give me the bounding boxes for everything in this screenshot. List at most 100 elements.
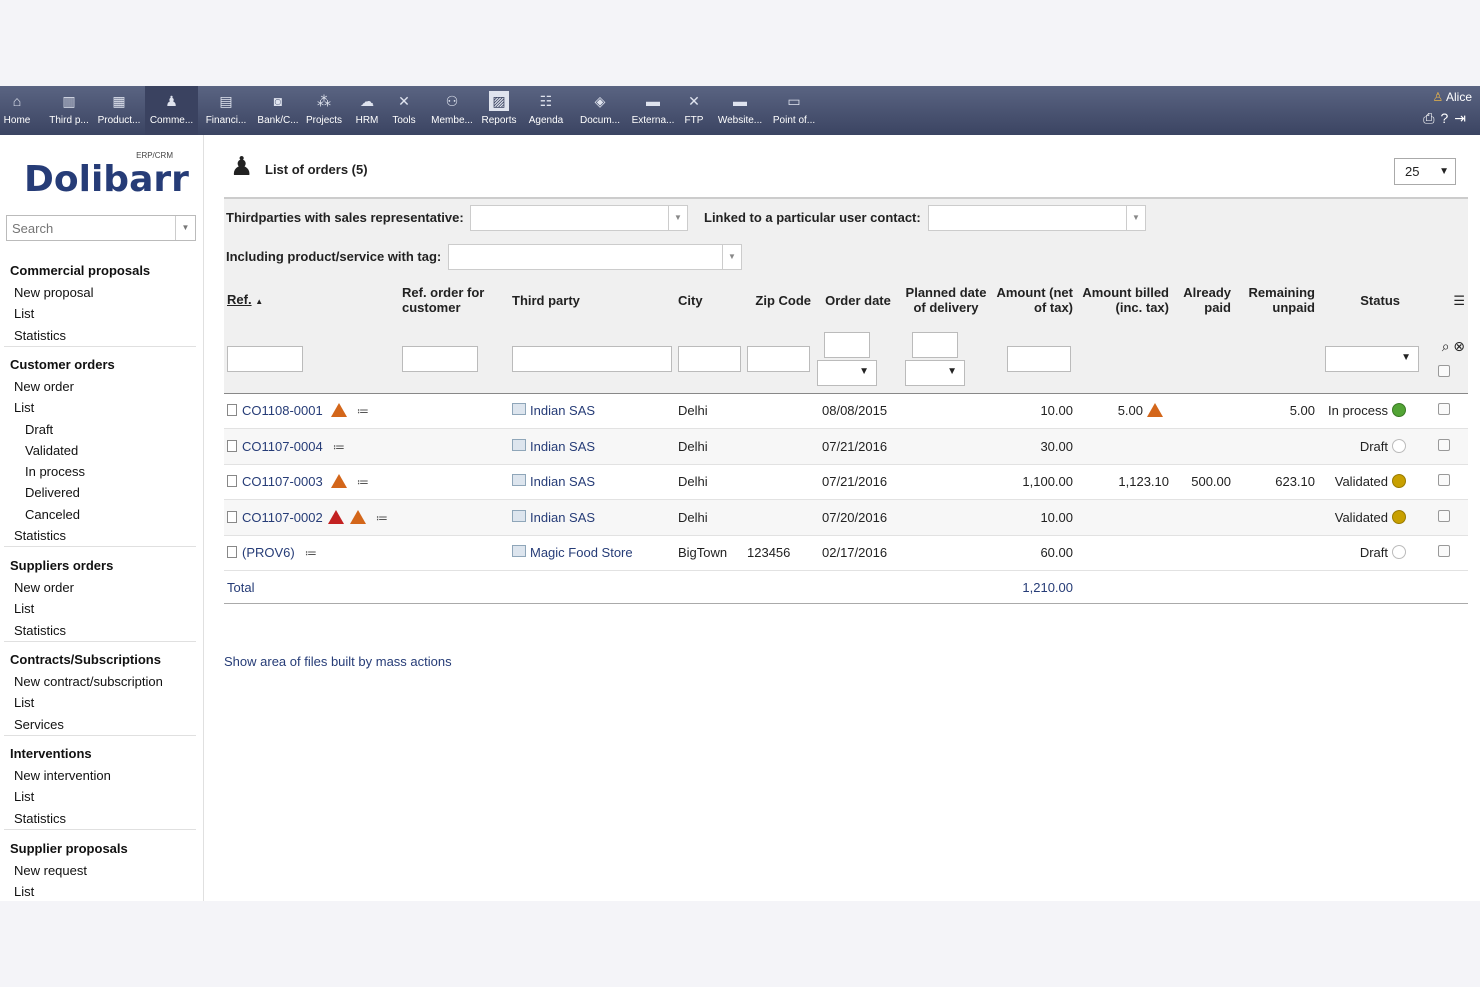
menu-agenda[interactable]: ☷ Agenda xyxy=(525,86,567,135)
sidebar-item-new-intervention[interactable]: New intervention xyxy=(4,765,196,786)
row-checkbox[interactable] xyxy=(1438,474,1450,487)
menu-documents[interactable]: ◈ Docum... xyxy=(576,86,624,135)
print-icon[interactable]: ⎙ xyxy=(1423,110,1440,126)
note-icon[interactable]: ≔ xyxy=(376,511,388,525)
third-party-link[interactable]: Indian SAS xyxy=(530,474,595,489)
col-amount-net[interactable]: Amount (net of tax) xyxy=(990,275,1076,325)
order-ref-link[interactable]: (PROV6) xyxy=(242,545,295,560)
preview-icon[interactable] xyxy=(227,404,237,417)
filter-ref-customer-input[interactable] xyxy=(402,345,478,372)
col-third-party[interactable]: Third party xyxy=(509,275,675,325)
sidebar-item-statistics[interactable]: Statistics xyxy=(4,808,196,829)
sidebar-item-new-proposal[interactable]: New proposal xyxy=(4,282,196,303)
sidebar-section-title[interactable]: Suppliers orders xyxy=(4,555,196,577)
preview-icon[interactable] xyxy=(227,510,237,523)
menu-financial[interactable]: ▤ Financi... xyxy=(202,86,250,135)
user-login[interactable]: ♙ Alice xyxy=(1423,90,1472,104)
menu-website[interactable]: ▬ Website... xyxy=(716,86,764,135)
note-icon[interactable]: ≔ xyxy=(357,475,369,489)
note-icon[interactable]: ≔ xyxy=(305,546,317,560)
order-ref-link[interactable]: CO1107-0004 xyxy=(242,439,323,454)
menu-reports[interactable]: ▨ Reports xyxy=(479,86,519,135)
filter-zip-input[interactable] xyxy=(747,345,810,372)
col-ref[interactable]: Ref. ▲ xyxy=(224,275,399,325)
clear-filter-icon[interactable]: ⊗ xyxy=(1453,338,1465,354)
search-icon[interactable]: ⌕ xyxy=(1442,338,1450,354)
sidebar-section-title[interactable]: Customer orders xyxy=(4,354,196,376)
menu-point-of-sale[interactable]: ▭ Point of... xyxy=(770,86,818,135)
col-city[interactable]: City xyxy=(675,275,744,325)
row-checkbox[interactable] xyxy=(1438,509,1450,522)
sidebar-item-canceled[interactable]: Canceled xyxy=(4,504,196,525)
filter-ref-input[interactable] xyxy=(227,345,303,372)
menu-commercial[interactable]: ♟ Comme... xyxy=(145,86,198,135)
sidebar-item-delivered[interactable]: Delivered xyxy=(4,482,196,503)
sidebar-item-statistics[interactable]: Statistics xyxy=(4,525,196,546)
col-amount-billed[interactable]: Amount billed (inc. tax) xyxy=(1076,275,1172,325)
filter-user-contact-select[interactable]: ▼ xyxy=(928,205,1146,231)
menu-third-parties[interactable]: ▥ Third p... xyxy=(44,86,94,135)
select-all-checkbox[interactable] xyxy=(1438,364,1450,377)
sidebar-item-services[interactable]: Services xyxy=(4,714,196,735)
col-order-date[interactable]: Order date xyxy=(814,275,902,325)
sidebar-item-new-order[interactable]: New order xyxy=(4,577,196,598)
row-checkbox[interactable] xyxy=(1438,438,1450,451)
menu-tools[interactable]: ✕ Tools xyxy=(389,86,419,135)
third-party-link[interactable]: Indian SAS xyxy=(530,510,595,525)
row-checkbox[interactable] xyxy=(1438,545,1450,558)
page-limit-select[interactable]: 25 ▼ xyxy=(1394,158,1456,185)
filter-amount-input[interactable] xyxy=(1007,345,1071,372)
filter-order-day-input[interactable] xyxy=(824,331,870,358)
menu-ftp[interactable]: ✕ FTP xyxy=(680,86,708,135)
filter-sales-rep-select[interactable]: ▼ xyxy=(470,205,688,231)
col-remaining-unpaid[interactable]: Remaining unpaid xyxy=(1234,275,1318,325)
sidebar-item-list[interactable]: List xyxy=(4,786,196,807)
menu-bank[interactable]: ◙ Bank/C... xyxy=(254,86,302,135)
help-icon[interactable]: ? xyxy=(1440,110,1454,126)
sidebar-section-title[interactable]: Commercial proposals xyxy=(4,260,196,282)
col-already-paid[interactable]: Already paid xyxy=(1172,275,1234,325)
preview-icon[interactable] xyxy=(227,546,237,559)
search-combo[interactable]: ▼ xyxy=(6,215,196,241)
order-ref-link[interactable]: CO1108-0001 xyxy=(242,403,323,418)
sidebar-item-in-process[interactable]: In process xyxy=(4,461,196,482)
menu-hrm[interactable]: ☁ HRM xyxy=(352,86,382,135)
preview-icon[interactable] xyxy=(227,439,237,452)
third-party-link[interactable]: Magic Food Store xyxy=(530,545,633,560)
sidebar-section-title[interactable]: Contracts/Subscriptions xyxy=(4,649,196,671)
col-planned-delivery[interactable]: Planned date of delivery xyxy=(902,275,990,325)
third-party-link[interactable]: Indian SAS xyxy=(530,403,595,418)
filter-city-input[interactable] xyxy=(678,345,741,372)
sidebar-item-new-order[interactable]: New order xyxy=(4,376,196,397)
row-checkbox[interactable] xyxy=(1438,403,1450,416)
sidebar-item-draft[interactable]: Draft xyxy=(4,419,196,440)
sidebar-section-title[interactable]: Supplier proposals xyxy=(4,838,196,860)
note-icon[interactable]: ≔ xyxy=(333,440,345,454)
search-input[interactable] xyxy=(7,216,175,240)
col-status[interactable]: Status xyxy=(1318,275,1420,325)
mass-actions-files-link[interactable]: Show area of files built by mass actions xyxy=(224,654,452,669)
filter-order-year-select[interactable]: ▼ xyxy=(817,359,877,386)
sidebar-section-title[interactable]: Interventions xyxy=(4,743,196,765)
sidebar-item-list[interactable]: List xyxy=(4,881,196,901)
sidebar-item-list[interactable]: List xyxy=(4,303,196,324)
col-ref-customer[interactable]: Ref. order for customer xyxy=(399,275,509,325)
third-party-link[interactable]: Indian SAS xyxy=(530,439,595,454)
filter-status-select[interactable]: ▼ xyxy=(1325,345,1419,372)
sidebar-item-statistics[interactable]: Statistics xyxy=(4,620,196,641)
sidebar-item-list[interactable]: List xyxy=(4,397,196,418)
sidebar-item-validated[interactable]: Validated xyxy=(4,440,196,461)
filter-delivery-day-input[interactable] xyxy=(912,331,958,358)
column-selector[interactable]: ☰ xyxy=(1420,275,1468,325)
col-zip[interactable]: Zip Code xyxy=(744,275,814,325)
filter-delivery-year-select[interactable]: ▼ xyxy=(905,359,965,386)
menu-home[interactable]: ⌂ Home xyxy=(0,86,34,135)
order-ref-link[interactable]: CO1107-0002 xyxy=(242,510,323,525)
chevron-down-icon[interactable]: ▼ xyxy=(175,216,195,240)
sidebar-item-statistics[interactable]: Statistics xyxy=(4,325,196,346)
sidebar-item-list[interactable]: List xyxy=(4,692,196,713)
dolibarr-logo[interactable]: ERP/CRM Dolibarr xyxy=(24,151,189,200)
sidebar-item-list[interactable]: List xyxy=(4,598,196,619)
sidebar-item-new-contract[interactable]: New contract/subscription xyxy=(4,671,196,692)
filter-third-party-input[interactable] xyxy=(512,345,672,372)
